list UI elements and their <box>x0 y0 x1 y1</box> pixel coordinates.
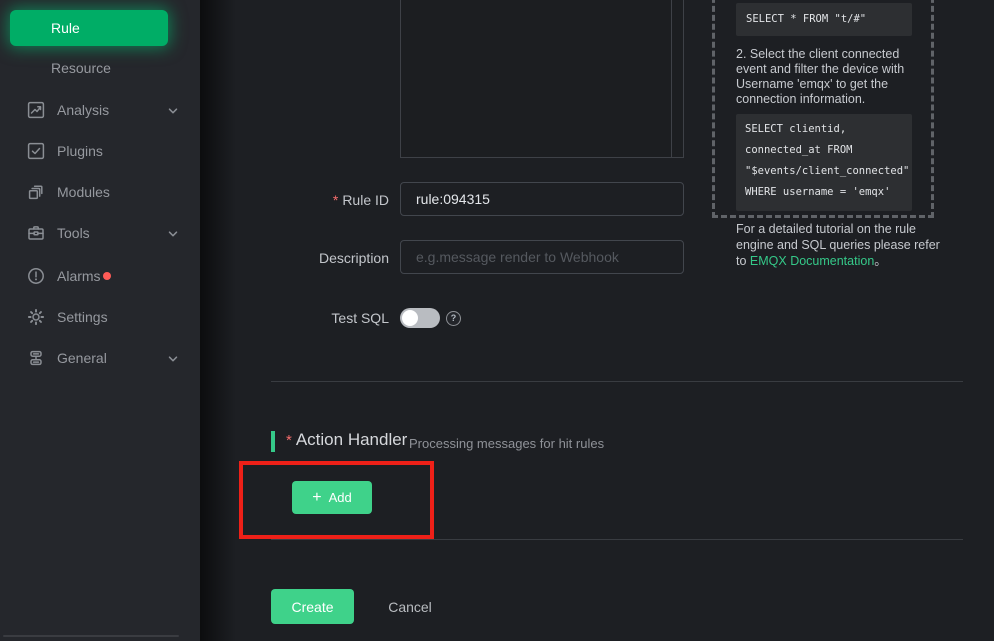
analysis-icon <box>27 101 45 119</box>
test-sql-label: Test SQL <box>239 310 389 326</box>
tutorial-text: For a detailed tutorial on the rule engi… <box>736 221 940 269</box>
required-mark: * <box>286 432 292 449</box>
sql-example-2: SELECT clientid, connected_at FROM "$eve… <box>736 114 912 211</box>
chevron-down-icon <box>167 227 179 239</box>
sql-editor[interactable] <box>400 0 684 158</box>
test-sql-toggle[interactable] <box>400 308 440 328</box>
sidebar-item-analysis[interactable]: Analysis <box>0 90 200 130</box>
sidebar-item-modules[interactable]: Modules <box>0 172 200 212</box>
sidebar-item-resource[interactable]: Resource <box>0 55 200 81</box>
description-input[interactable] <box>400 240 684 274</box>
sidebar-item-label: Tools <box>57 213 90 253</box>
alarms-icon <box>27 267 45 285</box>
create-button[interactable]: Create <box>271 589 354 624</box>
sidebar-item-alarms[interactable]: Alarms <box>0 256 200 296</box>
sidebar-item-general[interactable]: General <box>0 338 200 378</box>
sidebar-item-plugins[interactable]: Plugins <box>0 131 200 171</box>
tutorial-suffix: 。 <box>874 254 887 268</box>
chevron-down-icon <box>167 352 179 364</box>
description-label: Description <box>239 250 389 266</box>
sql-line: SELECT clientid, <box>745 119 912 140</box>
chevron-down-icon <box>167 104 179 116</box>
section-divider <box>271 381 963 382</box>
sidebar-item-tools[interactable]: Tools <box>0 213 200 253</box>
emqx-documentation-link[interactable]: EMQX Documentation <box>750 254 874 268</box>
toggle-knob <box>402 310 418 326</box>
sidebar-shadow <box>200 0 236 641</box>
question-mark-icon[interactable]: ? <box>446 311 461 326</box>
emqx-rule-create-page: Rule Resource Analysis P <box>0 0 994 641</box>
sql-line: connected_at FROM <box>745 140 912 161</box>
sidebar-item-label: General <box>57 338 107 378</box>
modules-icon <box>27 183 45 201</box>
required-mark: * <box>333 192 338 208</box>
sidebar-item-label: Settings <box>57 297 108 337</box>
sql-example-1: SELECT * FROM "t/#" <box>736 3 912 36</box>
plugins-icon <box>27 142 45 160</box>
sidebar-item-label: Modules <box>57 172 110 212</box>
action-handler-title: *Action Handler <box>286 430 407 450</box>
section-divider <box>271 539 963 540</box>
sidebar-item-label: Alarms <box>57 256 101 296</box>
general-icon <box>27 349 45 367</box>
sql-editor-gutter <box>671 0 672 157</box>
sidebar-item-settings[interactable]: Settings <box>0 297 200 337</box>
tools-icon <box>27 224 45 242</box>
action-handler-hint: Processing messages for hit rules <box>409 436 604 451</box>
sql-line: "$events/client_connected" <box>745 161 912 182</box>
rule-id-input[interactable] <box>400 182 684 216</box>
sidebar-item-rule[interactable]: Rule <box>10 10 168 46</box>
sidebar-item-label: Plugins <box>57 131 103 171</box>
plus-icon: + <box>312 490 321 506</box>
settings-icon <box>27 308 45 326</box>
help-step-2-text: 2. Select the client connected event and… <box>736 47 928 107</box>
add-button-label: Add <box>329 490 352 505</box>
sidebar-scrollbar[interactable] <box>3 635 179 637</box>
sidebar-item-label: Analysis <box>57 90 109 130</box>
section-accent-bar <box>271 431 275 452</box>
cancel-button[interactable]: Cancel <box>374 589 446 624</box>
add-action-button[interactable]: + Add <box>292 481 372 514</box>
rule-id-label: *Rule ID <box>239 192 389 208</box>
sql-line: WHERE username = 'emqx' <box>745 182 912 203</box>
alarm-badge <box>103 272 111 280</box>
sidebar: Rule Resource Analysis P <box>0 0 200 641</box>
